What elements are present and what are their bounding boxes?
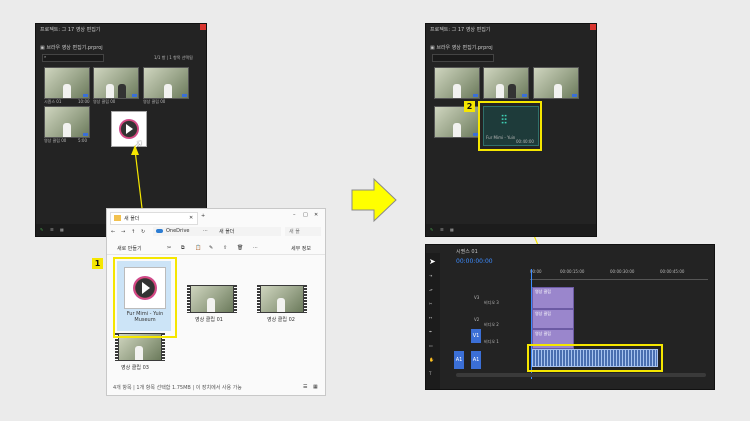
- rename-icon[interactable]: ✎: [209, 245, 213, 251]
- track-name: V2: [474, 317, 480, 322]
- file-name: 영상 클립 03: [121, 365, 149, 371]
- horizontal-scrollbar[interactable]: [456, 373, 706, 377]
- panel-title: 프로젝트: 그 17 영상 편집기: [430, 27, 491, 33]
- close-icon[interactable]: [590, 24, 596, 30]
- cut-icon[interactable]: ✂: [167, 245, 171, 251]
- type-icon[interactable]: T: [429, 371, 431, 376]
- cloud-icon: [156, 229, 163, 233]
- track-select-icon[interactable]: ⇥: [429, 273, 432, 278]
- file-name: 영상 클립 01: [195, 317, 223, 323]
- ruler-label: 00:00:45:00: [660, 269, 685, 274]
- forward-icon[interactable]: →: [121, 229, 125, 235]
- breadcrumb-folder[interactable]: 새 폴더: [219, 228, 234, 235]
- ruler-label: 00:00:15:00: [560, 269, 585, 274]
- tab-title: 새 폴더: [124, 216, 140, 222]
- track-target-a1[interactable]: A1: [454, 351, 464, 369]
- list-view-icon[interactable]: ☰: [440, 227, 444, 232]
- status-bar: 4개 항목 | 1개 항목 선택함 1.75MB | 이 장치에서 사용 가능: [113, 385, 242, 391]
- track-select-a1[interactable]: A1: [471, 351, 481, 369]
- clip-label: 영상 클립: [535, 289, 551, 294]
- tab-close-icon[interactable]: ✕: [189, 215, 193, 221]
- callout-number-1: 1: [92, 258, 103, 269]
- highlight-box-1: [113, 257, 177, 338]
- timecode[interactable]: 00:00:00:00: [456, 258, 493, 265]
- track-target-v1[interactable]: V1: [471, 329, 481, 343]
- thumbnail-item[interactable]: [434, 67, 480, 99]
- track-label: 비디오 1: [484, 339, 499, 344]
- tiles-view-icon[interactable]: ▦: [313, 384, 318, 390]
- command-bar: 새로 만들기 ✂ ⧉ 📋 ✎ ⇪ 🗑 ⋯ 세부 정보: [107, 242, 325, 255]
- thumbnail-item[interactable]: [483, 67, 529, 99]
- video-clip[interactable]: 영상 클립: [532, 309, 574, 329]
- minimize-icon[interactable]: –: [293, 212, 296, 218]
- tools-panel: ➤ ⇥ ⟛ ✂ ↔ ✒ ▭ ✋ T: [426, 253, 440, 389]
- track-name: V3: [474, 295, 480, 300]
- thumbnail-item[interactable]: [533, 67, 579, 99]
- details-button[interactable]: 세부 정보: [291, 245, 311, 252]
- clip-label: 영상 클립: [535, 311, 551, 316]
- breadcrumb-onedrive[interactable]: OneDrive: [166, 228, 190, 234]
- breadcrumb-more[interactable]: ⋯: [203, 228, 208, 234]
- refresh-icon[interactable]: ↻: [141, 229, 145, 235]
- list-view-icon[interactable]: ☰: [303, 384, 307, 390]
- track-label: 비디오 3: [484, 300, 499, 305]
- share-icon[interactable]: ⇪: [223, 245, 227, 251]
- ruler-label: 00:00:30:00: [610, 269, 635, 274]
- step-arrow-icon: [351, 177, 397, 223]
- rectangle-icon[interactable]: ▭: [429, 343, 433, 348]
- clip-label: 영상 클립: [535, 331, 551, 336]
- address-bar[interactable]: OneDrive ⋯ 새 폴더: [153, 227, 281, 236]
- search-input[interactable]: [432, 54, 494, 62]
- search-placeholder: 새 폴: [289, 229, 300, 235]
- project-file-name: ▣ 브라우 영상 편집기.prproj: [430, 45, 493, 51]
- timeline-ruler: 00:00 00:00:15:00 00:00:30:00 00:00:45:0…: [530, 269, 708, 280]
- grid-view-icon[interactable]: ▦: [450, 227, 454, 232]
- delete-icon[interactable]: 🗑: [237, 245, 243, 251]
- more-icon[interactable]: ⋯: [253, 245, 258, 251]
- back-icon[interactable]: ←: [111, 229, 115, 235]
- folder-icon: [114, 215, 121, 221]
- panel-bottom-toolbar: ✎ ☰ ▦: [426, 224, 596, 236]
- slip-icon[interactable]: ↔: [429, 315, 432, 320]
- window-close-icon[interactable]: ✕: [314, 212, 318, 218]
- address-bar-row: ← → ↑ ↻ OneDrive ⋯ 새 폴더 새 폴: [107, 226, 325, 238]
- paste-icon[interactable]: 📋: [195, 245, 201, 251]
- selection-tool-icon[interactable]: ➤: [429, 257, 436, 266]
- hand-icon[interactable]: ✋: [429, 357, 434, 362]
- video-clip[interactable]: 영상 클립: [532, 287, 574, 309]
- search-field[interactable]: 새 폴: [285, 227, 321, 236]
- video-file-item[interactable]: [257, 285, 307, 313]
- up-icon[interactable]: ↑: [131, 229, 135, 235]
- explorer-tab[interactable]: 새 폴더 ✕: [110, 212, 198, 225]
- pencil-icon[interactable]: ✎: [430, 227, 433, 232]
- razor-icon[interactable]: ✂: [429, 301, 432, 306]
- track-label: 비디오 2: [484, 322, 499, 327]
- ripple-edit-icon[interactable]: ⟛: [429, 287, 433, 292]
- new-tab-icon[interactable]: +: [201, 213, 205, 219]
- copy-icon[interactable]: ⧉: [181, 245, 185, 251]
- callout-number-2: 2: [464, 101, 475, 112]
- pen-icon[interactable]: ✒: [429, 329, 432, 334]
- file-name: 영상 클립 02: [267, 317, 295, 323]
- maximize-icon[interactable]: □: [303, 212, 308, 218]
- highlight-box-timeline: [527, 344, 663, 372]
- video-file-item[interactable]: [187, 285, 237, 313]
- sequence-title: 시퀀스 01: [456, 249, 478, 255]
- new-button[interactable]: 새로 만들기: [117, 245, 142, 252]
- highlight-box-2: [478, 101, 542, 151]
